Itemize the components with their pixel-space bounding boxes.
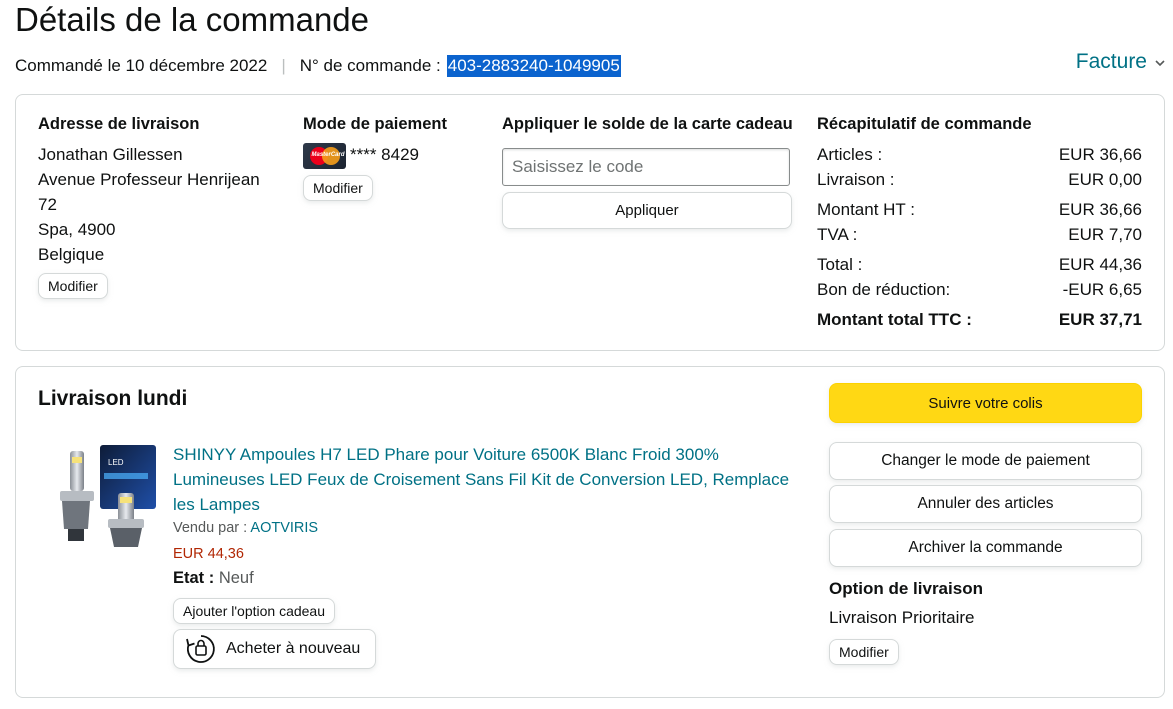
page-title: Détails de la commande xyxy=(15,1,370,38)
address-line: Avenue Professeur Henrijean xyxy=(38,170,260,189)
summary-label: Livraison : xyxy=(817,170,895,189)
product-price: EUR 44,36 xyxy=(173,546,244,562)
summary-value: EUR 36,66 xyxy=(1058,145,1142,164)
delivery-title: Livraison lundi xyxy=(38,387,188,410)
gift-card-code-input[interactable] xyxy=(502,148,790,186)
cancel-items-button[interactable]: Annuler des articles xyxy=(829,485,1142,523)
shipping-option-title: Option de livraison xyxy=(829,579,983,598)
shipping-option-value: Livraison Prioritaire xyxy=(829,608,975,627)
summary-label: Bon de réduction: xyxy=(817,280,951,299)
summary-value: EUR 37,71 xyxy=(1058,310,1142,329)
payment-method-title: Mode de paiement xyxy=(303,115,447,133)
condition-value: Neuf xyxy=(218,569,254,587)
meta-separator: | xyxy=(281,56,286,75)
order-summary-title: Récapitulatif de commande xyxy=(817,115,1032,133)
edit-payment-button[interactable]: Modifier xyxy=(303,175,373,201)
summary-row: Livraison : EUR 0,00 xyxy=(817,167,1142,192)
edit-address-button[interactable]: Modifier xyxy=(38,273,108,299)
order-info-card: Adresse de livraison Jonathan Gillessen … xyxy=(15,94,1165,351)
summary-row: Bon de réduction: -EUR 6,65 xyxy=(817,277,1142,302)
seller-link[interactable]: AOTVIRIS xyxy=(250,520,318,536)
summary-label: Montant total TTC : xyxy=(817,310,972,329)
add-gift-option-button[interactable]: Ajouter l'option cadeau xyxy=(173,598,335,624)
summary-total-row: Montant total TTC : EUR 37,71 xyxy=(817,307,1142,332)
svg-text:LED: LED xyxy=(108,458,124,467)
summary-row: Total : EUR 44,36 xyxy=(817,252,1142,277)
buy-again-label[interactable]: Acheter à nouveau xyxy=(226,640,360,658)
buy-again-button[interactable]: Acheter à nouveau xyxy=(173,629,376,669)
product-condition: Etat : Neuf xyxy=(173,569,254,588)
summary-value: EUR 36,66 xyxy=(1058,200,1142,219)
address-line: Belgique xyxy=(38,245,105,264)
card-masked-number: **** 8429 xyxy=(350,145,420,164)
summary-value: EUR 44,36 xyxy=(1058,255,1142,274)
shipment-card: Livraison lundi LED SHINYY Ampoules H7 L… xyxy=(15,366,1165,698)
gift-card-title: Appliquer le solde de la carte cadeau xyxy=(502,115,793,133)
order-date: Commandé le 10 décembre 2022 xyxy=(15,56,268,75)
archive-order-button[interactable]: Archiver la commande xyxy=(829,529,1142,567)
led-bulb-product-image[interactable]: LED xyxy=(44,443,159,553)
chevron-down-icon[interactable] xyxy=(1155,55,1165,70)
summary-label: TVA : xyxy=(817,225,858,244)
summary-value: EUR 7,70 xyxy=(1068,225,1142,244)
summary-label: Montant HT : xyxy=(817,200,915,219)
mastercard-logo-text: MasterCard xyxy=(311,152,345,158)
invoice-label[interactable]: Facture xyxy=(1076,50,1147,74)
order-meta: Commandé le 10 décembre 2022 | N° de com… xyxy=(15,55,621,77)
summary-label: Total : xyxy=(817,255,863,274)
summary-value: -EUR 6,65 xyxy=(1062,280,1142,299)
summary-row: Articles : EUR 36,66 xyxy=(817,142,1142,167)
order-number-value[interactable]: 403-2883240-1049905 xyxy=(446,55,621,77)
summary-label: Articles : xyxy=(817,145,883,164)
mastercard-icon: MasterCard xyxy=(303,143,346,169)
buy-again-icon[interactable] xyxy=(184,632,218,666)
condition-label: Etat : xyxy=(173,569,215,587)
change-payment-button[interactable]: Changer le mode de paiement xyxy=(829,442,1142,480)
summary-row: TVA : EUR 7,70 xyxy=(817,222,1142,247)
address-line: Jonathan Gillessen xyxy=(38,145,183,164)
edit-shipping-option-button[interactable]: Modifier xyxy=(829,639,899,665)
invoice-link[interactable]: Facture xyxy=(1076,50,1165,74)
summary-value: EUR 0,00 xyxy=(1068,170,1142,189)
address-line: 72 xyxy=(38,195,57,214)
summary-row: Montant HT : EUR 36,66 xyxy=(817,197,1142,222)
address-line: Spa, 4900 xyxy=(38,220,116,239)
seller-label: Vendu par : xyxy=(173,520,248,536)
track-package-button[interactable]: Suivre votre colis xyxy=(829,383,1142,423)
shipping-address-title: Adresse de livraison xyxy=(38,115,200,133)
seller-info: Vendu par : AOTVIRIS xyxy=(173,520,318,536)
product-title-link[interactable]: SHINYY Ampoules H7 LED Phare pour Voitur… xyxy=(173,442,798,517)
apply-gift-card-button[interactable]: Appliquer xyxy=(502,192,792,229)
order-number-label: N° de commande : xyxy=(299,56,441,75)
